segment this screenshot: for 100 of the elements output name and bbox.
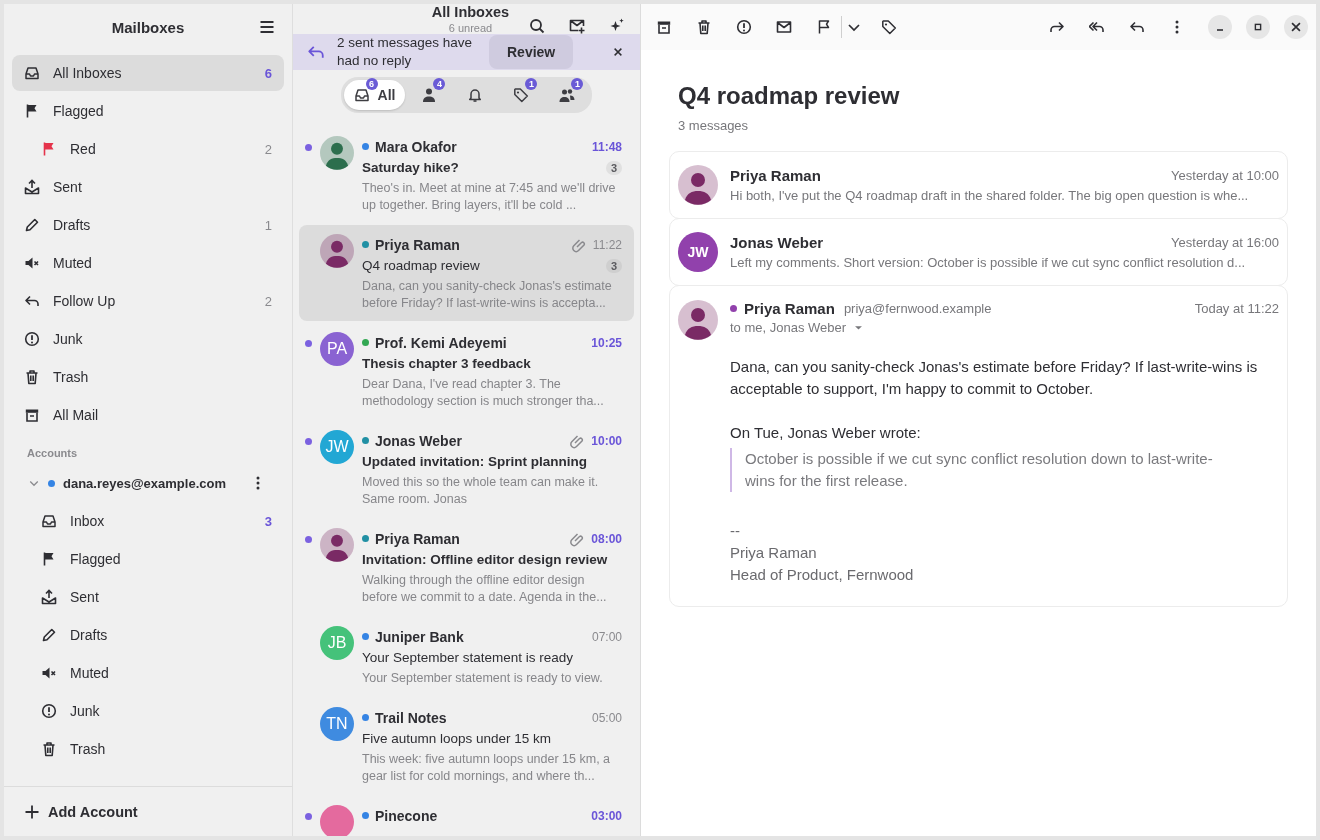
account-address: dana.reyes@example.com — [63, 475, 227, 491]
message-item[interactable]: Mara Okafor 11:48 Saturday hike? 3 Theo's in. Meet at mine at 7:45 and we'll drive up together. Bring layers, it'll be cold ... — [299, 127, 634, 223]
mailbox-item[interactable]: Junk — [12, 321, 284, 357]
sparkle-icon — [609, 18, 625, 34]
message-preview: Hi both, I've put the Q4 roadmap draft in the shared folder. The big open question is whe... — [730, 188, 1250, 203]
folder-item[interactable]: Junk — [12, 693, 284, 729]
flag-icon — [816, 19, 832, 35]
mailbox-item[interactable]: Drafts 1 — [12, 207, 284, 243]
message-item[interactable]: Pinecone 03:00 — [299, 796, 634, 836]
message-subject: Your September statement is ready — [362, 650, 575, 665]
message-time: 03:00 — [591, 808, 622, 823]
message-time: 11:22 — [592, 237, 622, 252]
muted-speaker-icon — [24, 255, 40, 271]
message-item[interactable]: PA Prof. Kemi Adeyemi 10:25 Thesis chapter 3 feedback Dear Dana, I've read chapter 3. The methodology section is much stronger tha... — [299, 323, 634, 419]
count-badge: 6 — [365, 78, 378, 90]
conversation-subject: Q4 roadmap review — [678, 82, 901, 110]
message-preview: Moved this so the whole team can make it. Same room. Jonas — [362, 474, 600, 508]
initials-avatar: PA — [320, 332, 354, 366]
initials-avatar: TN — [320, 707, 354, 741]
message-preview: Dana, can you sanity-check Jonas's estimate before Friday? If last-write-wins is accepta... — [362, 278, 613, 312]
message-subject: Updated invitation: Sprint planning — [362, 454, 588, 469]
pencil-icon — [41, 627, 57, 643]
sender-name: Trail Notes — [375, 709, 448, 726]
sender-email: priya@fernwood.example — [843, 301, 992, 316]
folder-item[interactable]: Muted — [12, 655, 284, 691]
section-heading: Accounts — [26, 446, 79, 461]
mailbox-item[interactable]: All Inboxes 6 — [12, 55, 284, 91]
mailbox-item[interactable]: Trash — [12, 359, 284, 395]
message-subject: Q4 roadmap review — [362, 258, 481, 273]
collapsed-message[interactable]: Priya Raman Yesterday at 10:00 Hi both, I've put the Q4 roadmap draft in the shared folder. The big open question is whe... — [669, 151, 1288, 219]
warning-icon — [41, 703, 57, 719]
sender-name: Priya Raman — [375, 530, 461, 547]
message-time: 11:48 — [591, 139, 622, 154]
inbox-icon — [353, 87, 370, 103]
folder-item[interactable]: Flagged — [12, 541, 284, 577]
collapsed-message[interactable]: JW Jonas Weber Yesterday at 16:00 Left my comments. Short version: October is possible if we cut sync conflict resolution d... — [669, 218, 1288, 286]
mailbox-item[interactable]: Follow Up 2 — [12, 283, 284, 319]
trash-icon — [41, 741, 57, 757]
message-time: 08:00 — [591, 531, 622, 546]
mailbox-item[interactable]: Sent — [12, 169, 284, 205]
compose-mail-icon — [569, 18, 585, 34]
message-time: Yesterday at 10:00 — [1171, 168, 1279, 183]
menu-icon — [259, 19, 275, 35]
mailbox-item[interactable]: Flagged — [12, 93, 284, 129]
filter-label: All — [377, 87, 396, 103]
sender-name: Priya Raman — [744, 300, 835, 317]
sender-name: Prof. Kemi Adeyemi — [375, 334, 508, 351]
quoted-text: October is possible if we cut sync conflict resolution down to last-write-wins for the first release. — [730, 448, 1215, 492]
folder-item[interactable]: Drafts — [12, 617, 284, 653]
message-subject: Thesis chapter 3 feedback — [362, 356, 532, 371]
reply-arrow-icon — [1129, 19, 1145, 35]
message-subject: Invitation: Offline editor design review — [362, 552, 609, 567]
sender-name: Pinecone — [375, 807, 439, 824]
close-button[interactable] — [1284, 15, 1308, 39]
message-preview: Dear Dana, I've read chapter 3. The methodology section is much stronger tha... — [362, 376, 605, 410]
tag-tab[interactable]: 1 — [499, 80, 544, 110]
message-time: Today at 11:22 — [1194, 301, 1279, 316]
count-badge: 1 — [571, 78, 584, 90]
thread-count: 3 — [605, 258, 622, 273]
message-item[interactable]: JW Jonas Weber 10:00 Updated invitation: Sprint planning Moved this so the whole team can make it. Same room. Jonas — [299, 421, 634, 517]
message-item[interactable]: Priya Raman 11:22 Q4 roadmap review 3 Dana, can you sanity-check Jonas's estimate before Friday? If last-write-wins is accepta... — [299, 225, 634, 321]
reply-all-icon — [1089, 19, 1105, 35]
message-time: 10:00 — [591, 433, 622, 448]
forward-arrow-icon — [1049, 19, 1065, 35]
quote-intro: On Tue, Jonas Weber wrote: — [730, 423, 922, 443]
filter-tab[interactable]: 6 All — [343, 80, 406, 110]
upload-tray-icon — [24, 179, 40, 195]
mailbox-item[interactable]: All Mail — [12, 397, 284, 433]
maximize-button[interactable] — [1246, 15, 1270, 39]
review-button[interactable]: Review — [489, 35, 574, 69]
message-item[interactable]: Priya Raman 08:00 Invitation: Offline editor design review Walking through the offline editor design before we commit to a date. Agenda in the... — [299, 519, 634, 615]
pencil-icon — [24, 217, 40, 233]
trash-icon — [696, 19, 712, 35]
archive-icon — [24, 407, 40, 423]
mailbox-item[interactable]: Muted — [12, 245, 284, 281]
muted-speaker-icon — [41, 665, 57, 681]
reply-arrow-icon — [24, 293, 40, 309]
message-item[interactable]: JB Juniper Bank 07:00 Your September statement is ready Your September statement is ready to view. — [299, 617, 634, 696]
message-item[interactable]: TN Trail Notes 05:00 Five autumn loops under 15 km This week: five autumn loops under 15 km, a gear list for cold mornings, and where th... — [299, 698, 634, 794]
tag-icon — [513, 87, 530, 103]
message-time: 05:00 — [591, 710, 622, 725]
archive-icon — [656, 19, 672, 35]
message-subject: Five autumn loops under 15 km — [362, 731, 553, 746]
message-time: 10:25 — [591, 335, 622, 350]
sender-name: Jonas Weber — [730, 234, 825, 251]
message-time: 07:00 — [591, 629, 622, 644]
person-tab[interactable]: 4 — [407, 80, 452, 110]
message-preview: This week: five autumn loops under 15 km, a gear list for cold mornings, and where th... — [362, 751, 612, 785]
list-title: All Inboxes — [431, 4, 510, 20]
folder-item[interactable]: Sent — [12, 579, 284, 615]
folder-item[interactable]: Inbox 3 — [12, 503, 284, 539]
people-tab[interactable]: 1 — [545, 80, 590, 110]
mailbox-item[interactable]: Red 2 — [12, 131, 284, 167]
recipients-dropdown[interactable]: to me, Jonas Weber — [730, 320, 865, 335]
search-icon — [529, 18, 545, 34]
message-body: Dana, can you sanity-check Jonas's estimate before Friday? If last-write-wins is acceptable to support, I'm happy to commit to October. — [730, 357, 1259, 399]
folder-item[interactable]: Trash — [12, 731, 284, 767]
sidebar-title: Mailboxes — [111, 18, 185, 36]
message-preview: Theo's in. Meet at mine at 7:45 and we'll drive up together. Bring layers, it'll be cold ... — [362, 180, 617, 214]
add-account-button[interactable]: Add Account — [4, 786, 292, 836]
